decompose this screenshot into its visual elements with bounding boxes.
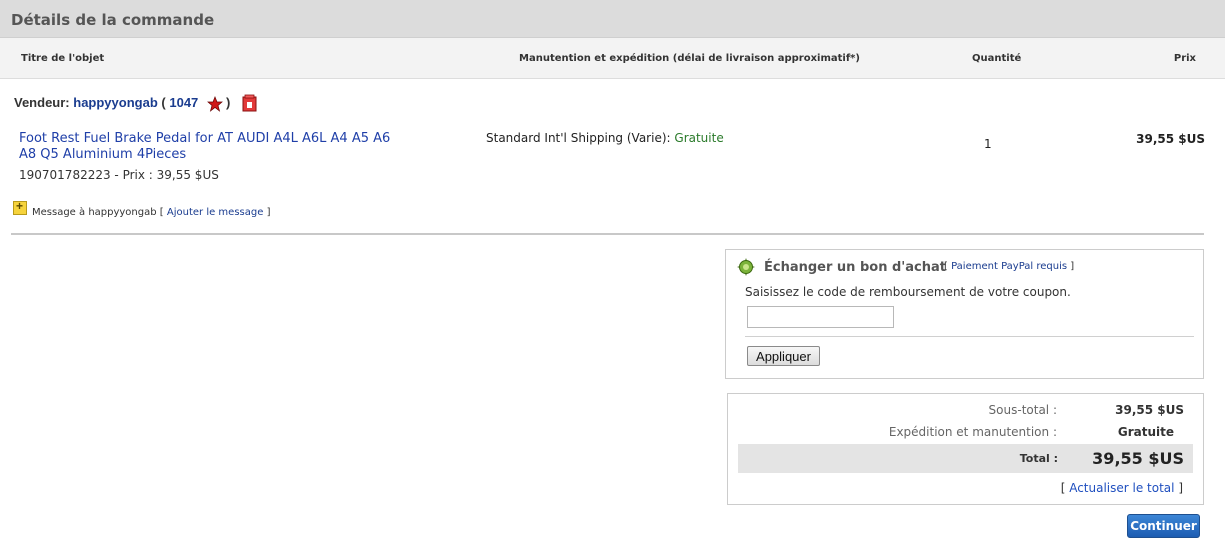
add-note-icon[interactable] xyxy=(13,199,27,215)
red-star-icon[interactable] xyxy=(207,96,223,112)
shipping-total-value: Gratuite xyxy=(1117,425,1174,439)
item-id-price: 190701782223 - Prix : 39,55 $US xyxy=(19,168,219,182)
column-header-shipping: Manutention et expédition (délai de livr… xyxy=(519,53,860,64)
item-price: 39,55 $US xyxy=(1136,132,1205,146)
message-to-seller: Message à happyyongab [ Ajouter le messa… xyxy=(32,207,270,218)
column-headers: Titre de l'objet Manutention et expéditi… xyxy=(0,38,1225,79)
coupon-bracket-close: ] xyxy=(1070,261,1075,272)
update-bracket-close: ] xyxy=(1178,481,1183,495)
section-divider xyxy=(11,233,1204,235)
update-total: [ Actualiser le total ] xyxy=(1061,481,1183,495)
coupon-paypal-note: [ Paiement PayPal requis ] xyxy=(944,261,1074,272)
seller-close-paren: ) xyxy=(226,95,231,110)
update-bracket-open: [ xyxy=(1060,481,1066,495)
shipping-cost: Gratuite xyxy=(674,131,724,145)
continue-button[interactable]: Continuer xyxy=(1127,514,1200,538)
column-header-quantity: Quantité xyxy=(972,53,1022,64)
subtotal-label: Sous-total : xyxy=(988,403,1057,417)
message-bracket-open: [ xyxy=(159,207,164,218)
message-label: Message à happyyongab xyxy=(32,207,157,218)
update-total-link[interactable]: Actualiser le total xyxy=(1069,481,1174,495)
column-header-price: Prix xyxy=(1173,53,1196,64)
store-icon[interactable] xyxy=(242,94,258,112)
shipping-info: Standard Int'l Shipping (Varie): Gratuit… xyxy=(486,131,724,145)
item-title-link[interactable]: Foot Rest Fuel Brake Pedal for AT AUDI A… xyxy=(19,131,399,163)
coupon-bracket-open: [ xyxy=(944,261,948,272)
coupon-icon xyxy=(737,258,755,276)
shipping-service: Standard Int'l Shipping (Varie): xyxy=(486,131,671,145)
coupon-description: Saisissez le code de remboursement de vo… xyxy=(745,285,1071,299)
subtotal-value: 39,55 $US xyxy=(1115,403,1184,417)
paypal-required-link[interactable]: Paiement PayPal requis xyxy=(951,261,1067,272)
seller-open-paren: ( xyxy=(161,95,166,110)
seller-label: Vendeur: xyxy=(14,95,70,110)
page-title: Détails de la commande xyxy=(11,11,215,29)
message-bracket-close: ] xyxy=(266,207,271,218)
seller-name-link[interactable]: happyyongab xyxy=(73,95,158,110)
coupon-title: Échanger un bon d'achat xyxy=(764,260,946,275)
total-label: Total : xyxy=(1019,452,1058,465)
seller-feedback-score-link[interactable]: 1047 xyxy=(169,95,198,110)
column-header-item-title: Titre de l'objet xyxy=(21,53,105,64)
seller-line: Vendeur: happyyongab ( 1047 xyxy=(14,95,198,110)
add-message-link[interactable]: Ajouter le message xyxy=(167,207,264,218)
item-quantity: 1 xyxy=(984,137,992,151)
coupon-code-input[interactable] xyxy=(747,306,894,328)
coupon-separator xyxy=(745,336,1194,337)
total-value: 39,55 $US xyxy=(1092,449,1184,468)
shipping-total-label: Expédition et manutention : xyxy=(888,425,1057,439)
apply-coupon-button[interactable]: Appliquer xyxy=(747,346,820,366)
order-details-header: Détails de la commande xyxy=(0,0,1225,38)
